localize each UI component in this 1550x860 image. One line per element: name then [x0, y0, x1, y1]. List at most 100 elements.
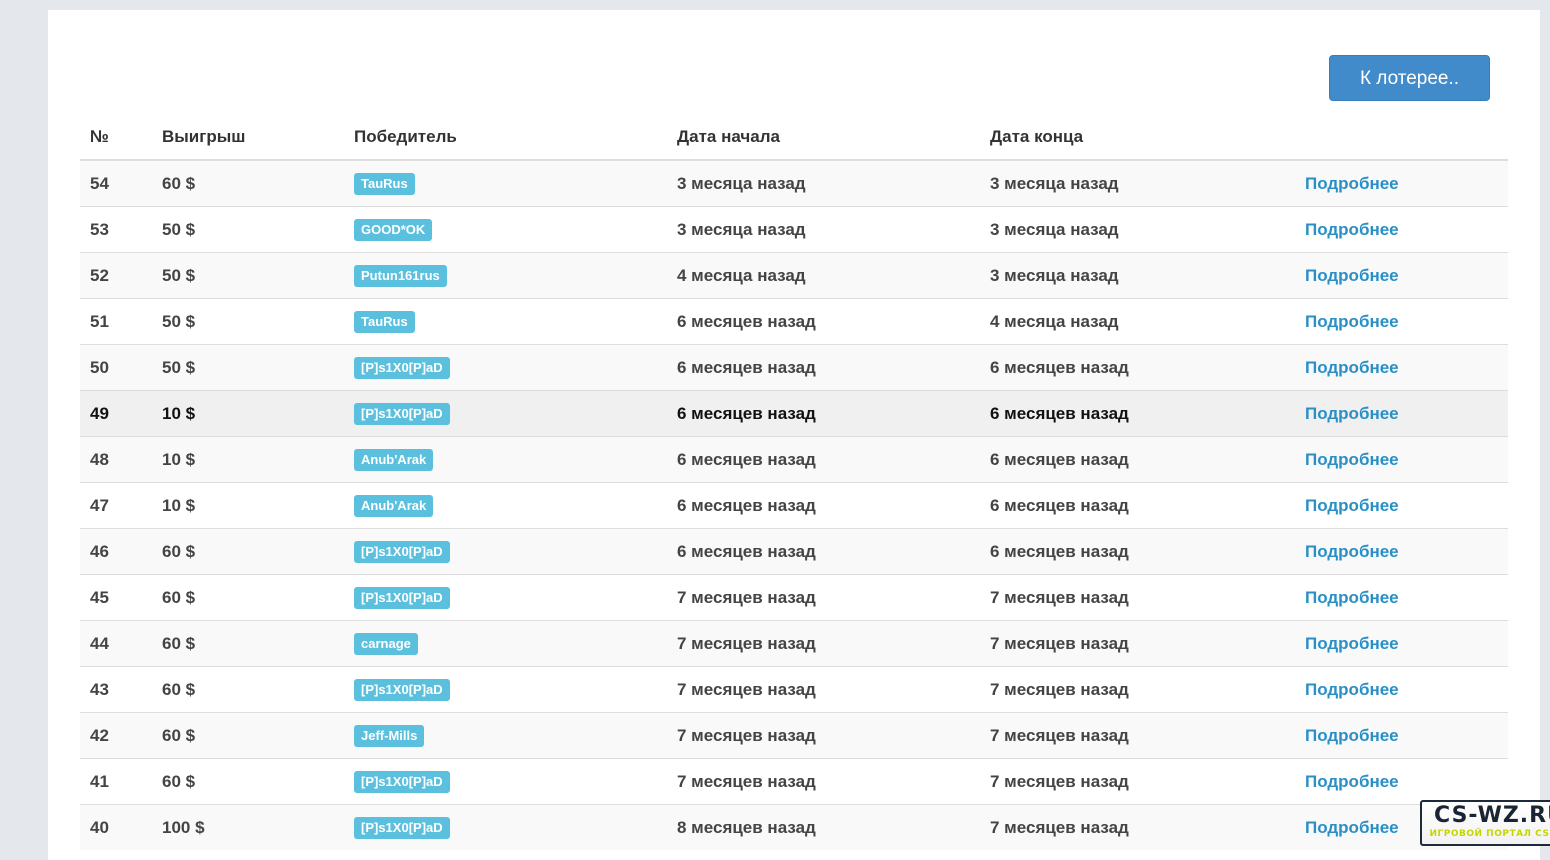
table-row: 45 60 $ [P]s1X0[P]aD 7 месяцев назад 7 месяц…	[80, 574, 1508, 621]
cell-number: 51	[80, 298, 152, 345]
cell-number: 54	[80, 159, 152, 207]
winner-badge: Jeff-Mills	[354, 724, 425, 747]
cell-actions: Подробнее	[1295, 344, 1508, 391]
cell-prize: 60 $	[152, 574, 344, 621]
winner-badge: [P]s1X0[P]aD	[354, 586, 450, 609]
table-row: 42 60 $ Jeff-Mills 7 месяцев назад 7 месяцев…	[80, 712, 1508, 759]
cell-start-date: 6 месяцев назад	[667, 528, 980, 575]
to-lottery-button[interactable]: К лотерее..	[1329, 55, 1490, 101]
table-row: 46 60 $ [P]s1X0[P]aD 6 месяцев назад 6 месяц…	[80, 528, 1508, 575]
cell-start-date: 3 месяца назад	[667, 206, 980, 253]
column-header-prize: Выигрыш	[152, 115, 344, 161]
cell-actions: Подробнее	[1295, 206, 1508, 253]
cell-winner: [P]s1X0[P]aD	[344, 666, 667, 713]
cell-number: 49	[80, 390, 152, 437]
table-row: 52 50 $ Putun161rus 4 месяца назад 3 месяца …	[80, 252, 1508, 299]
table-header-row: № Выигрыш Победитель Дата начала Дата ко…	[80, 115, 1508, 161]
cell-end-date: 3 месяца назад	[980, 252, 1295, 299]
details-link[interactable]: Подробнее	[1305, 312, 1399, 331]
winner-badge: [P]s1X0[P]aD	[354, 540, 450, 563]
details-link[interactable]: Подробнее	[1305, 450, 1399, 469]
winner-badge: carnage	[354, 632, 418, 655]
cell-end-date: 6 месяцев назад	[980, 390, 1295, 437]
cell-actions: Подробнее	[1295, 712, 1508, 759]
winner-badge: [P]s1X0[P]aD	[354, 402, 450, 425]
table-row: 48 10 $ Anub'Arak 6 месяцев назад 6 месяцев …	[80, 436, 1508, 483]
table-row: 47 10 $ Anub'Arak 6 месяцев назад 6 месяцев …	[80, 482, 1508, 529]
cell-start-date: 6 месяцев назад	[667, 482, 980, 529]
winner-badge: TauRus	[354, 310, 415, 333]
cell-prize: 100 $	[152, 804, 344, 850]
details-link[interactable]: Подробнее	[1305, 818, 1399, 837]
cell-actions: Подробнее	[1295, 528, 1508, 575]
cell-number: 52	[80, 252, 152, 299]
cell-number: 42	[80, 712, 152, 759]
cell-prize: 10 $	[152, 482, 344, 529]
details-link[interactable]: Подробнее	[1305, 588, 1399, 607]
cell-end-date: 3 месяца назад	[980, 206, 1295, 253]
cell-actions: Подробнее	[1295, 390, 1508, 437]
details-link[interactable]: Подробнее	[1305, 772, 1399, 791]
cell-prize: 60 $	[152, 712, 344, 759]
cell-prize: 60 $	[152, 528, 344, 575]
cell-end-date: 4 месяца назад	[980, 298, 1295, 345]
column-header-number: №	[80, 115, 152, 161]
cell-prize: 60 $	[152, 758, 344, 805]
cell-winner: GOOD*OK	[344, 206, 667, 253]
cell-start-date: 6 месяцев назад	[667, 344, 980, 391]
cell-end-date: 7 месяцев назад	[980, 620, 1295, 667]
column-header-end-date: Дата конца	[980, 115, 1295, 161]
cell-winner: Anub'Arak	[344, 482, 667, 529]
cell-prize: 10 $	[152, 436, 344, 483]
cell-number: 46	[80, 528, 152, 575]
cell-prize: 50 $	[152, 206, 344, 253]
winner-badge: TauRus	[354, 172, 415, 195]
table-row: 51 50 $ TauRus 6 месяцев назад 4 месяца наза…	[80, 298, 1508, 345]
details-link[interactable]: Подробнее	[1305, 266, 1399, 285]
cell-actions: Подробнее	[1295, 252, 1508, 299]
winner-badge: [P]s1X0[P]aD	[354, 678, 450, 701]
details-link[interactable]: Подробнее	[1305, 634, 1399, 653]
cell-number: 45	[80, 574, 152, 621]
cell-number: 47	[80, 482, 152, 529]
cell-prize: 60 $	[152, 620, 344, 667]
details-link[interactable]: Подробнее	[1305, 174, 1399, 193]
winner-badge: [P]s1X0[P]aD	[354, 770, 450, 793]
cell-actions: Подробнее	[1295, 620, 1508, 667]
cell-winner: TauRus	[344, 159, 667, 207]
details-link[interactable]: Подробнее	[1305, 220, 1399, 239]
table-row: 40 100 $ [P]s1X0[P]aD 8 месяцев назад 7 меся…	[80, 804, 1508, 850]
details-link[interactable]: Подробнее	[1305, 680, 1399, 699]
details-link[interactable]: Подробнее	[1305, 726, 1399, 745]
cell-number: 40	[80, 804, 152, 850]
cell-number: 50	[80, 344, 152, 391]
site-watermark-logo: CS-WZ.RU ИГРОВОЙ ПОРТАЛ CS 1.6	[1420, 800, 1550, 846]
cell-winner: carnage	[344, 620, 667, 667]
column-header-winner: Победитель	[344, 115, 667, 161]
cell-start-date: 4 месяца назад	[667, 252, 980, 299]
cell-actions: Подробнее	[1295, 758, 1508, 805]
winner-badge: Anub'Arak	[354, 494, 434, 517]
cell-number: 41	[80, 758, 152, 805]
cell-actions: Подробнее	[1295, 482, 1508, 529]
cell-end-date: 6 месяцев назад	[980, 344, 1295, 391]
cell-winner: Jeff-Mills	[344, 712, 667, 759]
cell-start-date: 7 месяцев назад	[667, 666, 980, 713]
cell-number: 53	[80, 206, 152, 253]
details-link[interactable]: Подробнее	[1305, 542, 1399, 561]
details-link[interactable]: Подробнее	[1305, 358, 1399, 377]
table-row: 43 60 $ [P]s1X0[P]aD 7 месяцев назад 7 месяц…	[80, 666, 1508, 713]
details-link[interactable]: Подробнее	[1305, 404, 1399, 423]
cell-end-date: 6 месяцев назад	[980, 528, 1295, 575]
cell-end-date: 7 месяцев назад	[980, 804, 1295, 850]
cell-winner: [P]s1X0[P]aD	[344, 344, 667, 391]
cell-winner: [P]s1X0[P]aD	[344, 574, 667, 621]
column-header-actions	[1295, 115, 1508, 161]
winner-badge: Putun161rus	[354, 264, 447, 287]
table-row: 50 50 $ [P]s1X0[P]aD 6 месяцев назад 6 месяц…	[80, 344, 1508, 391]
table-row: 49 10 $ [P]s1X0[P]aD 6 месяцев назад 6 месяц…	[80, 390, 1508, 437]
details-link[interactable]: Подробнее	[1305, 496, 1399, 515]
cell-end-date: 7 месяцев назад	[980, 574, 1295, 621]
cell-actions: Подробнее	[1295, 436, 1508, 483]
cell-winner: [P]s1X0[P]aD	[344, 528, 667, 575]
